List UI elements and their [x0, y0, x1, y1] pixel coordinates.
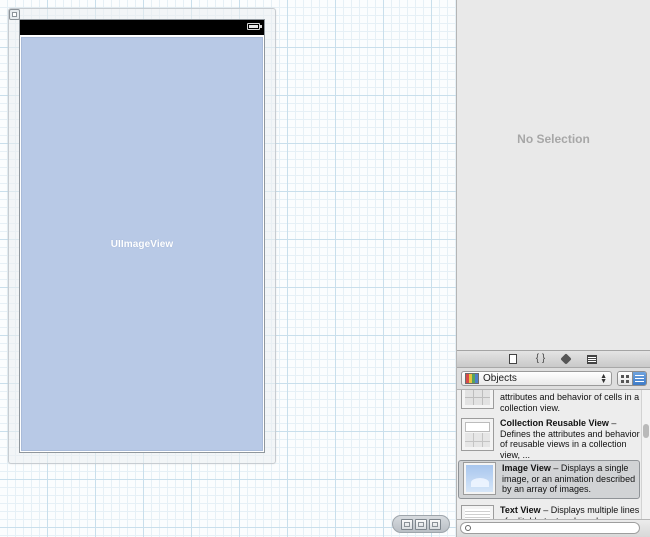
- code-snippet-icon: { }: [535, 353, 546, 364]
- zoom-in-icon[interactable]: [429, 518, 441, 530]
- view-controller-scene[interactable]: UIImageView: [19, 19, 265, 453]
- image-view[interactable]: UIImageView: [21, 37, 263, 451]
- library-search-field[interactable]: [460, 522, 640, 534]
- zoom-actual-size-icon[interactable]: [415, 518, 427, 530]
- tab-media-library[interactable]: [586, 354, 599, 364]
- list-view-icon: [634, 374, 644, 383]
- file-template-icon: [508, 354, 517, 364]
- list-item-selected[interactable]: Image View – Displays a single image, or…: [458, 460, 640, 499]
- library-panel: { } Objects ▲ ▼ attributes and behavior …: [456, 350, 650, 537]
- collection-view-cell-icon: [461, 390, 494, 409]
- list-item-text: attributes and behavior of cells in a co…: [500, 390, 641, 413]
- view-mode-toggle: [617, 371, 647, 386]
- object-library-list[interactable]: attributes and behavior of cells in a co…: [457, 390, 641, 519]
- tab-object-library[interactable]: [559, 353, 573, 365]
- list-item-title: Text View: [500, 505, 541, 515]
- list-item-title: Image View: [502, 463, 551, 473]
- status-bar: [20, 20, 264, 35]
- objects-dropdown-label: Objects: [483, 373, 517, 384]
- list-item[interactable]: Collection Reusable View – Defines the a…: [457, 416, 641, 460]
- collection-reusable-view-icon: [461, 418, 494, 451]
- list-item-title: Collection Reusable View: [500, 418, 609, 428]
- list-view-button[interactable]: [632, 372, 646, 385]
- inspector-panel: No Selection: [456, 0, 650, 350]
- list-item-text: Image View – Displays a single image, or…: [502, 461, 639, 498]
- search-icon: [465, 525, 471, 531]
- library-search-row: [457, 519, 650, 537]
- list-item[interactable]: Text View – Displays multiple lines of e…: [457, 503, 641, 519]
- storyboard-canvas[interactable]: UIImageView: [0, 0, 456, 537]
- list-item-description: attributes and behavior of cells in a co…: [500, 392, 640, 413]
- search-input[interactable]: [475, 523, 625, 533]
- list-item[interactable]: attributes and behavior of cells in a co…: [457, 390, 641, 413]
- objects-library-icon: [465, 373, 479, 384]
- scrollbar-thumb[interactable]: [643, 424, 649, 438]
- list-item-text: Text View – Displays multiple lines of e…: [500, 503, 641, 519]
- library-filter-row: Objects ▲ ▼: [457, 368, 650, 390]
- text-view-icon: [461, 505, 494, 519]
- objects-dropdown[interactable]: Objects ▲ ▼: [461, 371, 612, 386]
- no-selection-label: No Selection: [517, 132, 590, 146]
- grid-view-button[interactable]: [618, 372, 633, 385]
- zoom-controls: [392, 515, 450, 533]
- library-scrollbar[interactable]: [641, 390, 650, 519]
- tab-file-template[interactable]: [508, 354, 521, 364]
- zoom-out-icon[interactable]: [401, 518, 413, 530]
- grid-view-icon: [620, 374, 629, 383]
- tab-code-snippet[interactable]: { }: [535, 354, 547, 364]
- image-view-icon: [463, 462, 496, 495]
- list-item-text: Collection Reusable View – Defines the a…: [500, 416, 641, 460]
- updown-arrows-icon: ▲ ▼: [600, 372, 607, 385]
- object-cube-icon: [559, 353, 572, 365]
- library-tab-bar: { }: [457, 350, 650, 368]
- image-view-label: UIImageView: [110, 238, 174, 250]
- media-icon: [586, 354, 597, 364]
- battery-icon: [247, 23, 262, 30]
